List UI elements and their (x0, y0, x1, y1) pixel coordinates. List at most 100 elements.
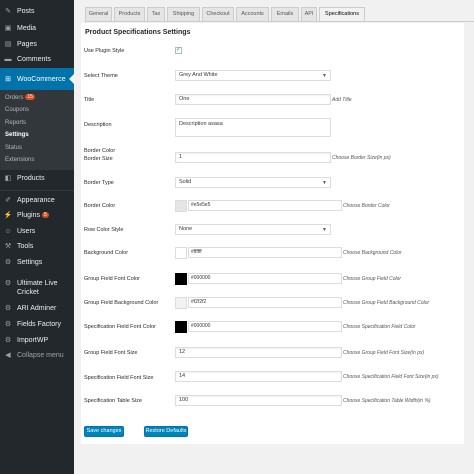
tab-general[interactable]: General (85, 7, 112, 21)
sidebar-item-posts[interactable]: ✎ Posts (0, 7, 74, 16)
sidebar-item-comments[interactable]: ▬ Comments (0, 55, 74, 64)
title-input[interactable]: One (175, 94, 331, 105)
sidebar-item-tools[interactable]: ⚒ Tools (0, 242, 74, 251)
tab-tax[interactable]: Tax (147, 7, 165, 21)
border-type-dropdown[interactable]: Solid ▼ (175, 177, 331, 188)
chevron-down-icon: ▼ (322, 227, 327, 233)
description-textarea[interactable]: Description asasa (175, 118, 331, 137)
border-size-description: Choose Border Size(in px) (332, 155, 391, 161)
tab-accounts[interactable]: Accounts (236, 7, 269, 21)
group-field-font-color-input[interactable]: #000000 (188, 273, 342, 284)
spec-table-size-label: Specification Table Size (84, 398, 142, 404)
spec-field-font-size-input[interactable]: 14 (175, 371, 342, 382)
save-changes-button[interactable]: Save changes (84, 426, 124, 437)
group-field-font-color-swatch[interactable] (175, 273, 187, 285)
submenu-item-settings[interactable]: Settings (5, 131, 29, 139)
border-color-swatch[interactable] (175, 200, 187, 212)
submenu-item-orders[interactable]: Orders 15 (5, 94, 35, 102)
tab-checkout[interactable]: Checkout (202, 7, 234, 21)
collapse-icon: ◀ (5, 352, 11, 359)
border-color-description: Choose Border Color (343, 203, 390, 209)
select-theme-label: Select Theme (84, 73, 118, 79)
collapse-menu-button[interactable]: ◀ Collapse menu (0, 351, 74, 360)
border-size-input[interactable]: 1 (175, 152, 331, 163)
background-color-input[interactable]: #ffffff (188, 247, 342, 258)
group-field-font-size-label: Group Field Font Size (84, 350, 138, 356)
appearance-icon: ✐ (5, 197, 11, 204)
tab-products[interactable]: Products (114, 7, 145, 21)
sidebar-item-users[interactable]: ☺ Users (0, 227, 74, 236)
sidebar-item-settings[interactable]: ⚙ Settings (0, 258, 74, 267)
media-icon: ▣ (4, 25, 12, 32)
menu-separator (0, 190, 74, 191)
plugins-update-badge: 5 (41, 212, 49, 219)
tab-api[interactable]: API (301, 7, 317, 21)
sidebar-item-fields-factory[interactable]: ⚙ Fields Factory (0, 320, 74, 329)
spec-field-font-color-input[interactable]: #000000 (188, 321, 342, 332)
comments-icon: ▬ (4, 56, 12, 63)
sidebar-item-ari-adminer[interactable]: ⚙ ARI Adminer (0, 304, 74, 313)
tab-shipping[interactable]: Shipping (167, 7, 200, 21)
chevron-down-icon: ▼ (322, 73, 327, 79)
pages-icon: ▤ (4, 41, 12, 48)
products-icon: ◧ (4, 175, 12, 182)
select-theme-dropdown[interactable]: Grey And White ▼ (175, 70, 331, 81)
title-label: Title (84, 97, 95, 103)
group-field-bg-color-label: Group Field Background Color (84, 300, 159, 306)
submenu-item-extensions[interactable]: Extensions (5, 156, 34, 164)
sidebar-item-ultimate-live-cricket[interactable]: ⚙ Ultimate Live Cricket (0, 279, 74, 297)
border-type-label: Border Type (84, 180, 114, 186)
chevron-down-icon: ▼ (322, 180, 327, 186)
sidebar-item-pages[interactable]: ▤ Pages (0, 40, 74, 49)
admin-sidebar: ✎ Posts ▣ Media ▤ Pages ▬ Comments ⊞ Woo… (0, 0, 74, 474)
fields-icon: ⚙ (4, 321, 12, 328)
pin-icon: ✎ (5, 8, 11, 15)
spec-field-font-size-label: Specification Field Font Size (84, 375, 154, 381)
group-field-font-color-description: Choose Group Field Color (343, 276, 402, 282)
section-title: Product Specifications Settings (85, 29, 191, 36)
border-size-label: Border Size (84, 156, 113, 162)
background-color-description: Choose Background Color (343, 250, 402, 256)
group-field-bg-color-description: Choose Group Field Background Color (343, 300, 430, 306)
orders-count-badge: 15 (25, 94, 35, 101)
sidebar-item-woocommerce[interactable]: ⊞ WooCommerce (0, 68, 74, 90)
group-field-font-size-description: Choose Group Field Font Size(in px) (343, 350, 425, 356)
spec-table-size-input[interactable]: 100 (175, 395, 342, 406)
use-plugin-style-label: Use Plugin Style (84, 48, 125, 54)
sidebar-item-plugins[interactable]: ⚡ Plugins 5 (0, 211, 74, 220)
plugins-icon: ⚡ (3, 212, 13, 219)
tab-specifications[interactable]: Specifications (319, 7, 365, 22)
sidebar-item-importwp[interactable]: ⚙ ImportWP (0, 336, 74, 345)
sidebar-item-appearance[interactable]: ✐ Appearance (0, 196, 74, 205)
group-field-font-size-input[interactable]: 12 (175, 347, 342, 358)
use-plugin-style-checkbox[interactable]: ✓ (175, 47, 182, 54)
spec-field-font-size-description: Choose Specification Field Font Size(in … (343, 374, 439, 380)
settings-icon: ⚙ (4, 259, 12, 266)
submenu-item-coupons[interactable]: Coupons (5, 106, 29, 114)
border-color-input[interactable]: #e5e5e5 (188, 200, 342, 211)
restore-defaults-button[interactable]: Restore Defaults (144, 426, 188, 437)
group-field-bg-color-input[interactable]: #f2f2f2 (188, 297, 342, 308)
spec-field-font-color-label: Specification Field Font Color (84, 324, 156, 330)
cricket-icon: ⚙ (4, 280, 12, 287)
tabs-divider (85, 21, 474, 22)
spec-field-font-color-swatch[interactable] (175, 321, 187, 333)
border-color-label: Border Color (84, 203, 116, 209)
sidebar-item-media[interactable]: ▣ Media (0, 24, 74, 33)
sidebar-item-products[interactable]: ◧ Products (0, 174, 74, 183)
submenu-item-status[interactable]: Status (5, 144, 22, 152)
description-label: Description (84, 122, 112, 128)
ari-icon: ⚙ (4, 305, 12, 312)
users-icon: ☺ (4, 228, 12, 235)
background-color-label: Background Color (84, 250, 129, 256)
spec-table-size-description: Choose Specification Table Width(in %) (343, 398, 431, 404)
woocommerce-icon: ⊞ (5, 76, 11, 83)
main-content: General Products Tax Shipping Checkout A… (74, 0, 474, 474)
border-color-heading-label: Border Color (84, 148, 116, 154)
background-color-swatch[interactable] (175, 247, 187, 259)
tab-emails[interactable]: Emails (271, 7, 299, 21)
group-field-bg-color-swatch[interactable] (175, 297, 187, 309)
row-color-style-dropdown[interactable]: None ▼ (175, 224, 331, 235)
row-color-style-label: Row Color Style (84, 227, 124, 233)
submenu-item-reports[interactable]: Reports (5, 119, 26, 127)
